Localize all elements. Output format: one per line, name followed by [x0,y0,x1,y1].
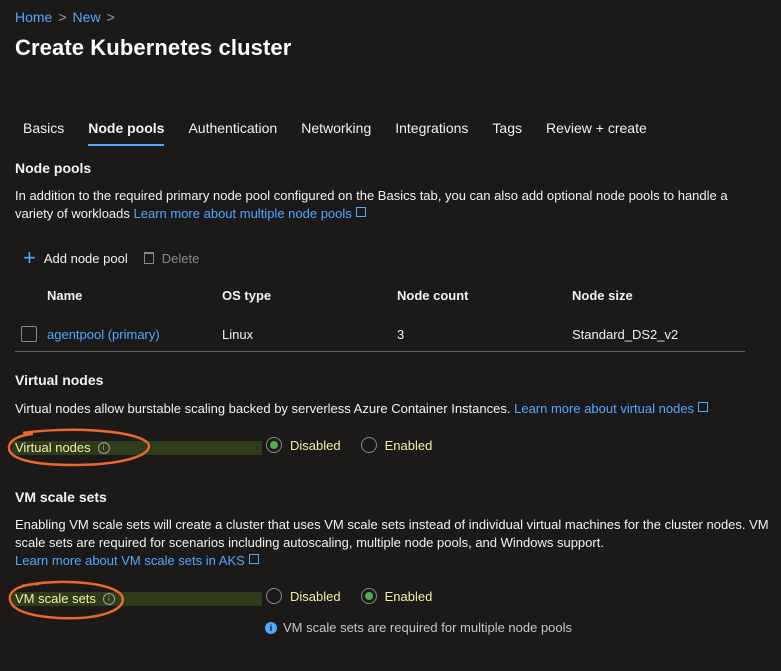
learn-more-node-pools-label: Learn more about multiple node pools [133,206,352,221]
learn-more-node-pools-link[interactable]: Learn more about multiple node pools [134,206,366,221]
tab-networking[interactable]: Networking [301,120,371,146]
delete-button[interactable]: Delete [143,250,200,266]
vm-scale-sets-description: Enabling VM scale sets will create a clu… [15,516,775,570]
plus-icon: + [23,245,36,270]
table-row: agentpool (primary) Linux 3 Standard_DS2… [15,319,745,352]
learn-more-virtual-nodes-link[interactable]: Learn more about virtual nodes [514,401,709,416]
learn-more-virtual-nodes-label: Learn more about virtual nodes [514,401,695,416]
vm-scale-sets-description-text: Enabling VM scale sets will create a clu… [15,517,769,550]
portal-blade: Home > New > Create Kubernetes cluster B… [0,0,781,671]
radio-label: Disabled [290,588,341,604]
node-pool-name-link[interactable]: agentpool (primary) [47,327,222,342]
virtual-nodes-disabled-radio[interactable]: Disabled [266,437,341,453]
column-header-os-type: OS type [222,287,272,303]
tab-review-create[interactable]: Review + create [546,120,647,146]
radio-unchecked-icon [360,437,377,453]
external-link-icon [248,554,259,564]
column-header-name: Name [47,287,83,303]
radio-checked-icon [266,437,282,453]
node-pool-node-count: 3 [397,326,405,342]
vm-scale-sets-heading: VM scale sets [15,489,107,505]
tab-integrations[interactable]: Integrations [395,120,468,146]
external-link-icon [698,402,709,412]
radio-checked-icon [360,588,377,604]
column-header-node-size: Node size [572,287,633,303]
tab-node-pools[interactable]: Node pools [88,120,165,146]
chevron-right-icon: > [58,9,67,25]
external-link-icon [355,207,366,217]
node-pools-heading: Node pools [15,160,92,176]
info-icon[interactable]: i [102,592,115,605]
learn-more-vm-scale-sets-link[interactable]: Learn more about VM scale sets in AKS [15,553,259,568]
tab-bar: Basics Node pools Authentication Network… [23,120,671,146]
breadcrumb-home[interactable]: Home [15,9,52,25]
learn-more-vm-scale-sets-label: Learn more about VM scale sets in AKS [15,553,245,568]
node-pool-os-type: Linux [222,326,254,342]
virtual-nodes-description: Virtual nodes allow burstable scaling ba… [15,400,765,418]
delete-label: Delete [161,250,200,266]
page-title: Create Kubernetes cluster [15,35,292,60]
vm-scale-sets-info-message: i VM scale sets are required for multipl… [265,620,572,635]
info-icon: i [265,621,277,634]
add-node-pool-button[interactable]: + Add node pool [23,245,128,270]
virtual-nodes-description-text: Virtual nodes allow burstable scaling ba… [15,401,511,416]
tab-tags[interactable]: Tags [492,120,522,146]
row-select-cell [15,326,47,342]
node-pool-table: Name OS type Node count Node size agentp… [15,285,745,352]
virtual-nodes-enabled-radio[interactable]: Enabled [360,437,433,453]
radio-label: Enabled [384,437,433,453]
vm-scale-sets-field-label: VM scale sets i [15,591,115,606]
vm-scale-sets-radio-group: Disabled Enabled [266,588,452,604]
chevron-right-icon: > [106,9,115,25]
row-checkbox[interactable] [21,326,37,342]
node-pool-node-size: Standard_DS2_v2 [572,326,679,342]
radio-label: Enabled [384,588,433,604]
breadcrumb-new[interactable]: New [73,9,101,25]
trash-icon [143,252,154,264]
info-icon[interactable]: i [97,441,110,454]
virtual-nodes-heading: Virtual nodes [15,372,104,388]
node-pool-toolbar: + Add node pool Delete [23,245,215,270]
virtual-nodes-label-text: Virtual nodes [15,440,91,455]
table-header: Name OS type Node count Node size [15,285,745,305]
vm-scale-sets-label-text: VM scale sets [15,591,96,606]
tab-authentication[interactable]: Authentication [188,120,277,146]
column-header-node-count: Node count [397,287,469,303]
vm-scale-sets-disabled-radio[interactable]: Disabled [266,588,341,604]
breadcrumb: Home > New > [15,9,115,25]
virtual-nodes-radio-group: Disabled Enabled [266,437,452,453]
vm-scale-sets-enabled-radio[interactable]: Enabled [360,588,433,604]
add-node-pool-label: Add node pool [43,250,128,266]
node-pools-description-text: In addition to the required primary node… [15,188,728,221]
radio-unchecked-icon [266,588,282,604]
tab-basics[interactable]: Basics [23,120,64,146]
node-pools-description: In addition to the required primary node… [15,187,765,223]
info-message-text: VM scale sets are required for multiple … [283,620,573,635]
radio-label: Disabled [290,437,341,453]
virtual-nodes-field-label: Virtual nodes i [15,440,110,455]
